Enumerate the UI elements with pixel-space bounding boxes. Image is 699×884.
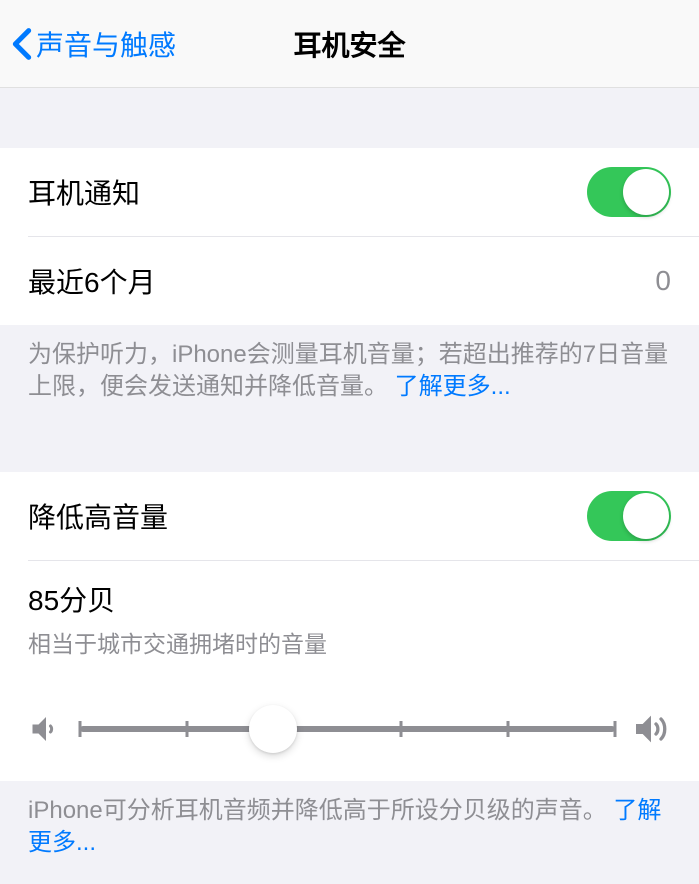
slider-track xyxy=(80,726,615,732)
decibel-description: 相当于城市交通拥堵时的音量 xyxy=(28,625,671,659)
toggle-knob xyxy=(623,169,669,215)
page-title: 耳机安全 xyxy=(293,24,405,64)
headphone-notifications-cell: 耳机通知 xyxy=(0,148,699,236)
slider-tick xyxy=(400,721,403,737)
footer-text: 为保护听力，iPhone会测量耳机音量；若超出推荐的7日音量上限，便会发送通知并… xyxy=(28,341,668,400)
back-button[interactable]: 声音与触感 xyxy=(0,24,176,64)
last-6-months-label: 最近6个月 xyxy=(28,261,156,301)
slider-thumb[interactable] xyxy=(249,705,297,753)
reduce-loud-sounds-cell: 降低高音量 xyxy=(0,472,699,560)
learn-more-link[interactable]: 了解更多... xyxy=(395,373,511,400)
volume-slider-cell xyxy=(0,681,699,781)
slider-tick xyxy=(186,721,189,737)
toggle-knob xyxy=(623,493,669,539)
decibel-level-cell: 85分贝 相当于城市交通拥堵时的音量 xyxy=(0,561,699,681)
reduce-loud-sounds-label: 降低高音量 xyxy=(28,496,168,536)
slider-tick xyxy=(614,721,617,737)
footer-text: iPhone可分析耳机音频并降低高于所设分贝级的声音。 xyxy=(28,797,607,824)
volume-high-icon xyxy=(631,709,671,749)
chevron-left-icon xyxy=(12,27,32,61)
nav-bar: 声音与触感 耳机安全 xyxy=(0,0,699,88)
decibel-value: 85分贝 xyxy=(28,579,671,619)
volume-low-icon xyxy=(28,711,64,747)
reduce-loud-sounds-toggle[interactable] xyxy=(587,491,671,541)
section1-footer: 为保护听力，iPhone会测量耳机音量；若超出推荐的7日音量上限，便会发送通知并… xyxy=(0,325,699,428)
headphone-notifications-label: 耳机通知 xyxy=(28,172,140,212)
spacer xyxy=(0,428,699,472)
last-6-months-value: 0 xyxy=(655,265,671,297)
headphone-notifications-toggle[interactable] xyxy=(587,167,671,217)
volume-slider[interactable] xyxy=(80,709,615,749)
slider-tick xyxy=(507,721,510,737)
last-6-months-cell[interactable]: 最近6个月 0 xyxy=(0,237,699,325)
section2-footer: iPhone可分析耳机音频并降低高于所设分贝级的声音。 了解更多... xyxy=(0,781,699,884)
back-label: 声音与触感 xyxy=(36,24,176,64)
slider-tick xyxy=(79,721,82,737)
spacer xyxy=(0,88,699,148)
